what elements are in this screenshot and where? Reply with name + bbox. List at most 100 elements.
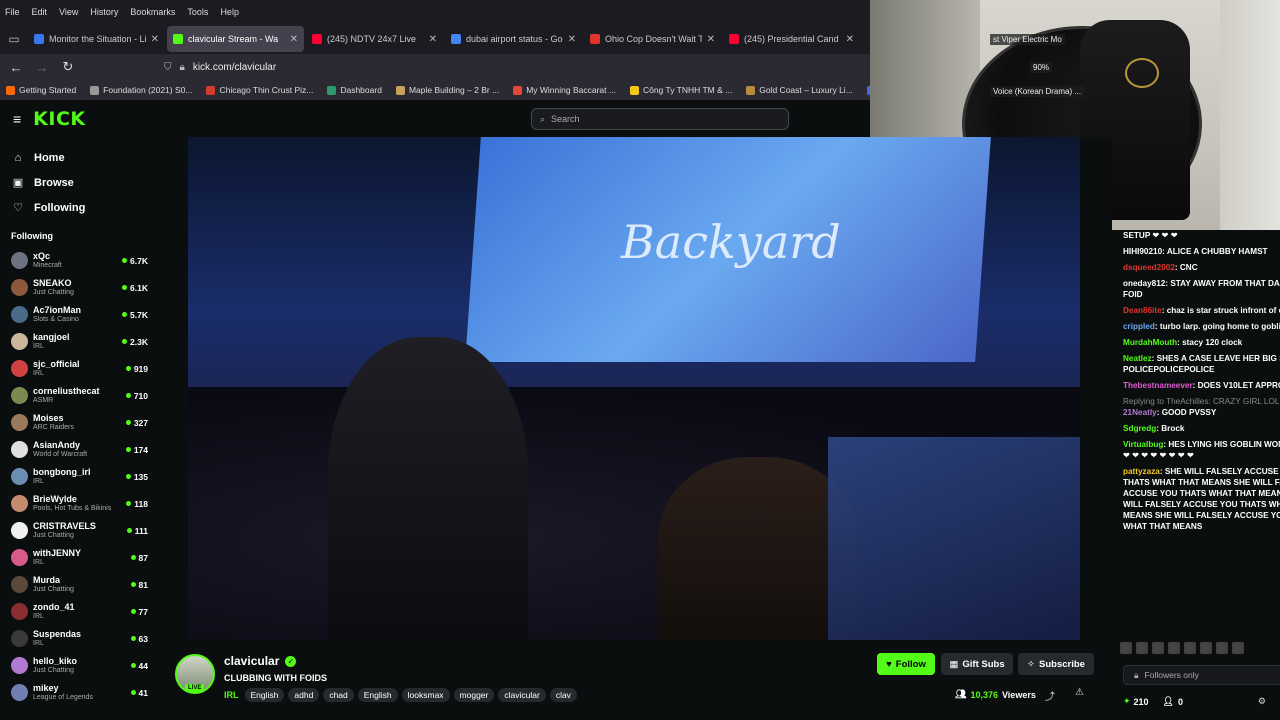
tag-chip[interactable]: clavicular (498, 688, 546, 702)
subscribe-button[interactable]: ✧ Subscribe (1018, 653, 1094, 675)
follow-button[interactable]: ♥ Follow (877, 653, 935, 675)
nav-browse[interactable]: ▣ Browse (0, 170, 157, 195)
menu-edit[interactable]: Edit (31, 7, 49, 17)
menu-help[interactable]: Help (219, 7, 240, 17)
close-icon[interactable]: ✕ (846, 34, 854, 45)
url-bar[interactable]: ⛉ 🔒︎ kick.com/clavicular (164, 62, 276, 73)
emote-icon[interactable] (1168, 642, 1180, 654)
live-dot-icon (122, 312, 128, 317)
search-input[interactable]: ⌕ Search (531, 108, 789, 130)
live-dot-icon (130, 636, 136, 641)
chat-input[interactable]: 🔒︎ Followers only (1123, 665, 1280, 685)
tag-chip[interactable]: looksmax (401, 688, 450, 702)
browser-tab[interactable]: (245) NDTV 24x7 Live ✕ (306, 26, 443, 52)
bookmark-item[interactable]: Chicago Thin Crust Piz... (206, 85, 323, 95)
forward-icon[interactable]: → (34, 60, 50, 75)
emote-icon[interactable] (1200, 642, 1212, 654)
chat-username[interactable]: Dean86ite (1123, 306, 1162, 315)
menu-view[interactable]: View (58, 7, 79, 17)
chat-username[interactable]: Neatlez (1123, 354, 1152, 363)
gift-subs-button[interactable]: ▦ Gift Subs (941, 653, 1013, 675)
share-icon[interactable]: ⤴ (1045, 688, 1055, 703)
browser-tab[interactable]: (245) Presidential Cand ✕ (723, 26, 860, 52)
close-icon[interactable]: ✕ (290, 34, 298, 45)
browser-tab[interactable]: Monitor the Situation - Liv ✕ (28, 26, 165, 52)
following-item[interactable]: mikey League of Legends 41 (0, 679, 157, 706)
live-dot-icon (130, 555, 136, 560)
browser-tab[interactable]: clavicular Stream - Wa ✕ (167, 26, 304, 52)
emote-icon[interactable] (1232, 642, 1244, 654)
bookmark-item[interactable]: Gold Coast – Luxury Li... (746, 85, 863, 95)
following-item[interactable]: xQc Minecraft 6.7K (0, 247, 157, 274)
channel-name[interactable]: clavicular (224, 654, 279, 668)
following-item[interactable]: SNEAKO Just Chatting 6.1K (0, 274, 157, 301)
following-item[interactable]: bongbong_irl IRL 135 (0, 463, 157, 490)
nav-following[interactable]: ♡ Following (0, 195, 157, 220)
tag-chip[interactable]: English (244, 688, 285, 702)
emote-icon[interactable] (1216, 642, 1228, 654)
close-icon[interactable]: ✕ (568, 34, 576, 45)
following-item[interactable]: kangjoel IRL 2.3K (0, 328, 157, 355)
menu-file[interactable]: File (4, 7, 21, 17)
following-item[interactable]: hello_kiko Just Chatting 44 (0, 652, 157, 679)
emote-icon[interactable] (1120, 642, 1132, 654)
chat-username[interactable]: Thebestnameever (1123, 381, 1193, 390)
user-count[interactable]: 👤︎ 0 (1163, 696, 1183, 707)
reload-icon[interactable]: ↻ (60, 59, 76, 75)
following-item[interactable]: Suspendas IRL 63 (0, 625, 157, 652)
bookmark-item[interactable]: My Winning Baccarat ... (513, 85, 626, 95)
bookmark-item[interactable]: Dashboard (327, 85, 392, 95)
following-item[interactable]: CRISTRAVELS Just Chatting 111 (0, 517, 157, 544)
following-item[interactable]: AsianAndy World of Warcraft 174 (0, 436, 157, 463)
bookmark-item[interactable]: Maple Building – 2 Br ... (395, 85, 509, 95)
gear-icon[interactable]: ⚙ (1258, 696, 1266, 707)
following-item[interactable]: BrieWylde Pools, Hot Tubs & Bikinis 118 (0, 490, 157, 517)
close-icon[interactable]: ✕ (429, 34, 437, 45)
close-icon[interactable]: ✕ (707, 34, 715, 45)
tag-chip[interactable]: English (357, 688, 398, 702)
chat-username[interactable]: oneday812 (1123, 279, 1165, 288)
chat-username[interactable]: HIHI90210 (1123, 247, 1162, 256)
emote-icon[interactable] (1152, 642, 1164, 654)
tag-chip[interactable]: adhd (288, 688, 320, 702)
video-frame[interactable]: Backyard (188, 137, 1080, 640)
tag-chip[interactable]: chad (323, 688, 354, 702)
channel-points[interactable]: ✦ 210 (1123, 696, 1149, 707)
close-icon[interactable]: ✕ (151, 34, 159, 45)
following-item[interactable]: Moises ARC Raiders 327 (0, 409, 157, 436)
video-player[interactable]: Backyard (157, 137, 1112, 640)
chat-username[interactable]: crippled (1123, 322, 1155, 331)
bookmark-item[interactable]: Foundation (2021) S0... (90, 85, 202, 95)
emote-icon[interactable] (1136, 642, 1148, 654)
following-item[interactable]: corneliusthecat ASMR 710 (0, 382, 157, 409)
tab-overview-icon[interactable]: ▭ (0, 32, 28, 46)
chat-username[interactable]: dsqueed2002 (1123, 263, 1175, 272)
chat-username[interactable]: Sdgredg (1123, 424, 1156, 433)
tag-chip[interactable]: clav (549, 688, 577, 702)
following-item[interactable]: zondo_41 IRL 77 (0, 598, 157, 625)
chat-username[interactable]: 21Neatly (1123, 408, 1157, 417)
following-item[interactable]: withJENNY IRL 87 (0, 544, 157, 571)
chat-username[interactable]: Virtualbug (1123, 440, 1163, 449)
nav-home[interactable]: ⌂ Home (0, 145, 157, 170)
following-item[interactable]: sjc_official IRL 919 (0, 355, 157, 382)
menu-history[interactable]: History (89, 7, 119, 17)
chat-username[interactable]: pattyzaza (1123, 467, 1160, 476)
following-item[interactable]: Murda Just Chatting 81 (0, 571, 157, 598)
chat-username[interactable]: MurdahMouth (1123, 338, 1177, 347)
kick-logo[interactable]: KICK (33, 108, 85, 130)
menu-bookmarks[interactable]: Bookmarks (129, 7, 176, 17)
back-icon[interactable]: ← (8, 60, 24, 75)
report-icon[interactable]: ⚠ (1075, 687, 1084, 698)
tag-chip[interactable]: mogger (453, 688, 495, 702)
following-meta: xQc Minecraft (33, 251, 122, 270)
bookmark-item[interactable]: Công Ty TNHH TM & ... (629, 85, 742, 95)
menu-tools[interactable]: Tools (186, 7, 209, 17)
emote-icon[interactable] (1184, 642, 1196, 654)
browser-tab[interactable]: dubai airport status - Goo ✕ (445, 26, 582, 52)
bookmark-item[interactable]: Getting Started (6, 85, 86, 95)
following-item[interactable]: Ac7ionMan Slots & Casino 5.7K (0, 301, 157, 328)
category-link[interactable]: IRL (224, 690, 239, 700)
menu-icon[interactable]: ≡ (13, 111, 21, 127)
browser-tab[interactable]: Ohio Cop Doesn't Wait To ✕ (584, 26, 721, 52)
